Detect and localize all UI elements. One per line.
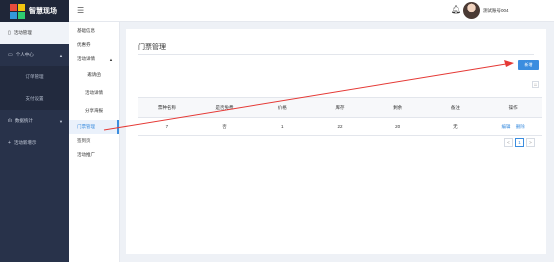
secondary-menu: 基础信息 优惠券 活动详情 ▲ 邀请函 活动详情 分享海报 门票管理 签到页 活…	[69, 22, 120, 262]
column-header: 票种名称	[138, 97, 196, 118]
logo: 智慧现场	[0, 0, 69, 22]
sidebar-item-label: 活动新增示	[13, 140, 37, 145]
edit-link[interactable]: 编辑	[501, 124, 510, 129]
submenu-item-ticket-management[interactable]: 门票管理	[69, 120, 119, 134]
column-header: 价格	[253, 97, 312, 118]
bell-icon[interactable]: 🔔︎	[451, 5, 461, 14]
column-header: 是否免费	[195, 97, 254, 118]
title-divider	[138, 54, 534, 55]
sidebar-item-label: 活动管理	[13, 30, 32, 35]
add-button[interactable]: 新增	[518, 60, 539, 70]
logo-text: 智慧现场	[29, 8, 57, 15]
sidebar-item-label: 数据统计	[14, 118, 33, 123]
submenu-item-promotion[interactable]: 活动推广	[69, 148, 119, 162]
submenu-item-share-poster[interactable]: 分享海报	[69, 102, 119, 120]
table-cell: 无	[426, 117, 485, 136]
menu-icon[interactable]: ☰	[77, 6, 84, 15]
sidebar-item-label: 个人中心	[15, 52, 34, 57]
table-cell: 1	[253, 117, 312, 136]
submenu-item-coupons[interactable]: 优惠券	[69, 38, 119, 52]
column-header: 剩余	[368, 97, 427, 118]
sidebar-item-new-activity[interactable]: + 活动新增示	[0, 132, 69, 154]
chevron-up-icon: ▲	[59, 52, 63, 58]
table-cell: 否	[195, 117, 254, 136]
sidebar-item-orders[interactable]: 订单管理	[0, 66, 69, 88]
pagination: < 1 >	[504, 138, 535, 147]
chevron-down-icon: ▼	[59, 118, 63, 124]
submenu-item-label: 活动详情	[77, 56, 95, 61]
column-header: 备注	[426, 97, 485, 118]
plus-icon: +	[8, 140, 11, 146]
logo-icon	[10, 3, 25, 19]
sidebar-item-activity-management[interactable]: ▯ 活动管理	[0, 22, 69, 44]
table-cell: 22	[311, 117, 369, 136]
content-card: 门票管理 新增 ⁞⁞ 票种名称 是否免费 价格 库存 剩余 备注 操作 7 否 …	[126, 29, 546, 254]
column-header: 库存	[311, 97, 369, 118]
avatar[interactable]	[463, 2, 480, 19]
submenu-item-activity-details-group[interactable]: 活动详情 ▲	[69, 52, 119, 66]
chart-icon: ılı	[8, 118, 12, 124]
submenu-item-activity-details[interactable]: 活动详情	[69, 84, 119, 102]
submenu-item-invitation[interactable]: 邀请函	[69, 66, 119, 84]
ticket-table: 票种名称 是否免费 价格 库存 剩余 备注 操作 7 否 1 22 20 无 编…	[138, 97, 542, 136]
page-title: 门票管理	[138, 44, 166, 51]
sidebar-item-payment[interactable]: 支付设置	[0, 88, 69, 110]
delete-link[interactable]: 删除	[516, 124, 525, 129]
doc-icon: ▯	[8, 30, 11, 36]
chevron-up-icon: ▲	[109, 56, 113, 62]
monitor-icon: ▭	[8, 52, 13, 58]
main-sidebar: 智慧现场 ▯ 活动管理 ▭ 个人中心 ▲ 订单管理 支付设置 ılı 数据统计 …	[0, 0, 69, 262]
table-cell-actions: 编辑 删除	[484, 117, 542, 136]
username[interactable]: 测试账号004	[483, 8, 509, 14]
table-header-row: 票种名称 是否免费 价格 库存 剩余 备注 操作	[138, 97, 542, 118]
sidebar-item-statistics[interactable]: ılı 数据统计 ▼	[0, 110, 69, 132]
next-page-button[interactable]: >	[526, 138, 535, 147]
table-cell: 7	[138, 117, 196, 136]
sidebar-item-personal-center[interactable]: ▭ 个人中心 ▲	[0, 44, 69, 66]
submenu-item-checkin[interactable]: 签到页	[69, 134, 119, 148]
page-number-button[interactable]: 1	[515, 138, 524, 147]
top-header: ☰ 🔔︎ 测试账号004	[69, 0, 554, 22]
table-cell: 20	[368, 117, 427, 136]
column-header: 操作	[484, 97, 542, 118]
prev-page-button[interactable]: <	[504, 138, 513, 147]
table-row: 7 否 1 22 20 无 编辑 删除	[138, 117, 542, 136]
submenu-item-basic-info[interactable]: 基础信息	[69, 24, 119, 38]
columns-icon[interactable]: ⁞⁞	[532, 81, 539, 88]
